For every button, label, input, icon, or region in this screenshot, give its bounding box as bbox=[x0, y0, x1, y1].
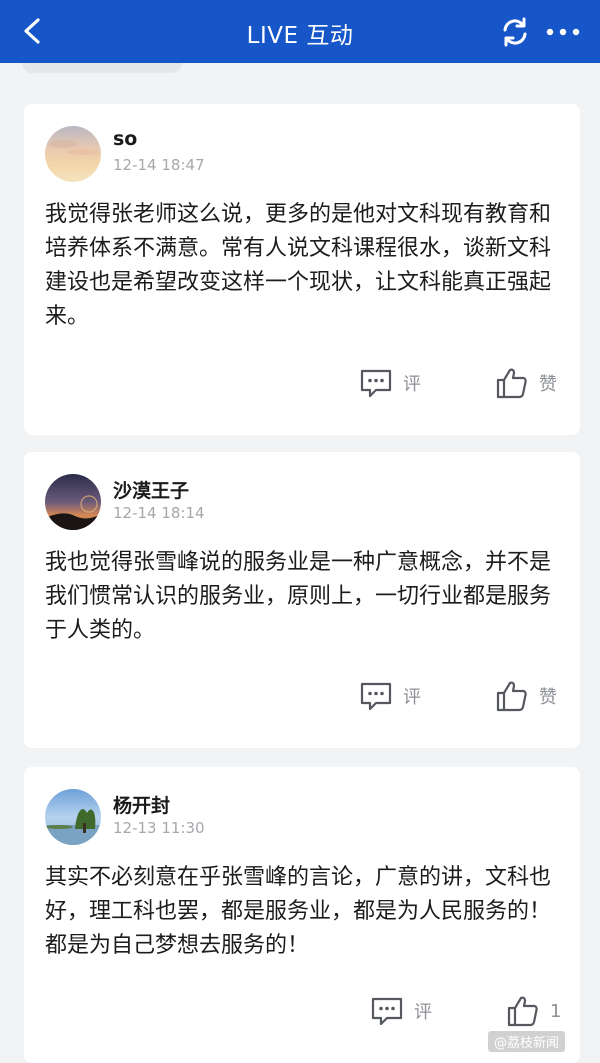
comment-time: 12-13 11:30 bbox=[113, 819, 205, 837]
comment-icon bbox=[360, 369, 392, 398]
avatar[interactable] bbox=[45, 126, 101, 182]
avatar[interactable] bbox=[45, 789, 101, 845]
like-button[interactable]: 赞 bbox=[495, 678, 557, 714]
like-button[interactable]: 赞 bbox=[495, 365, 557, 401]
comment-icon bbox=[371, 997, 403, 1026]
comment-text: 我也觉得张雪峰说的服务业是一种广意概念，并不是我们惯常认识的服务业，原则上，一切… bbox=[45, 550, 552, 643]
avatar[interactable] bbox=[45, 474, 101, 530]
comment-time: 12-14 18:47 bbox=[113, 156, 205, 174]
reply-button[interactable]: 评 bbox=[359, 678, 421, 714]
comment-icon bbox=[360, 682, 392, 711]
top-bar: LIVE 互动 bbox=[0, 0, 600, 63]
reply-button[interactable]: 评 bbox=[359, 365, 421, 401]
author-name: 沙漠王子 bbox=[113, 480, 190, 502]
thumbs-up-icon bbox=[496, 368, 527, 399]
author-name: 杨开封 bbox=[113, 795, 171, 817]
author-name: so bbox=[113, 128, 138, 150]
comment-text: 我觉得张老师这么说，更多的是他对文科现有教育和培养体系不满意。常有人说文科课程很… bbox=[45, 202, 552, 329]
like-count: 1 bbox=[550, 1000, 562, 1022]
refresh-icon[interactable] bbox=[499, 16, 531, 48]
like-label: 赞 bbox=[539, 687, 557, 708]
comment-card: 杨开封 12-13 11:30 其实不必刻意在乎张雪峰的言论，广意的讲，文科也好… bbox=[24, 767, 580, 1063]
reply-button[interactable]: 评 bbox=[370, 993, 432, 1029]
reply-label: 评 bbox=[414, 1002, 432, 1023]
comment-card: so 12-14 18:47 我觉得张老师这么说，更多的是他对文科现有教育和培养… bbox=[24, 104, 580, 435]
like-button[interactable]: 1 bbox=[506, 993, 561, 1029]
comment-time: 12-14 18:14 bbox=[113, 504, 205, 522]
thumbs-up-icon bbox=[496, 681, 527, 712]
comment-text: 其实不必刻意在乎张雪峰的言论，广意的讲，文科也好，理工科也罢，都是服务业，都是为… bbox=[45, 865, 552, 958]
reply-label: 评 bbox=[403, 687, 421, 708]
thumbs-up-icon bbox=[507, 996, 538, 1027]
watermark: @荔枝新闻 bbox=[488, 1031, 566, 1052]
previous-card-edge bbox=[22, 63, 182, 73]
like-label: 赞 bbox=[539, 374, 557, 395]
comment-card: 沙漠王子 12-14 18:14 我也觉得张雪峰说的服务业是一种广意概念，并不是… bbox=[24, 452, 580, 748]
more-dots-icon[interactable] bbox=[545, 20, 581, 44]
reply-label: 评 bbox=[403, 374, 421, 395]
